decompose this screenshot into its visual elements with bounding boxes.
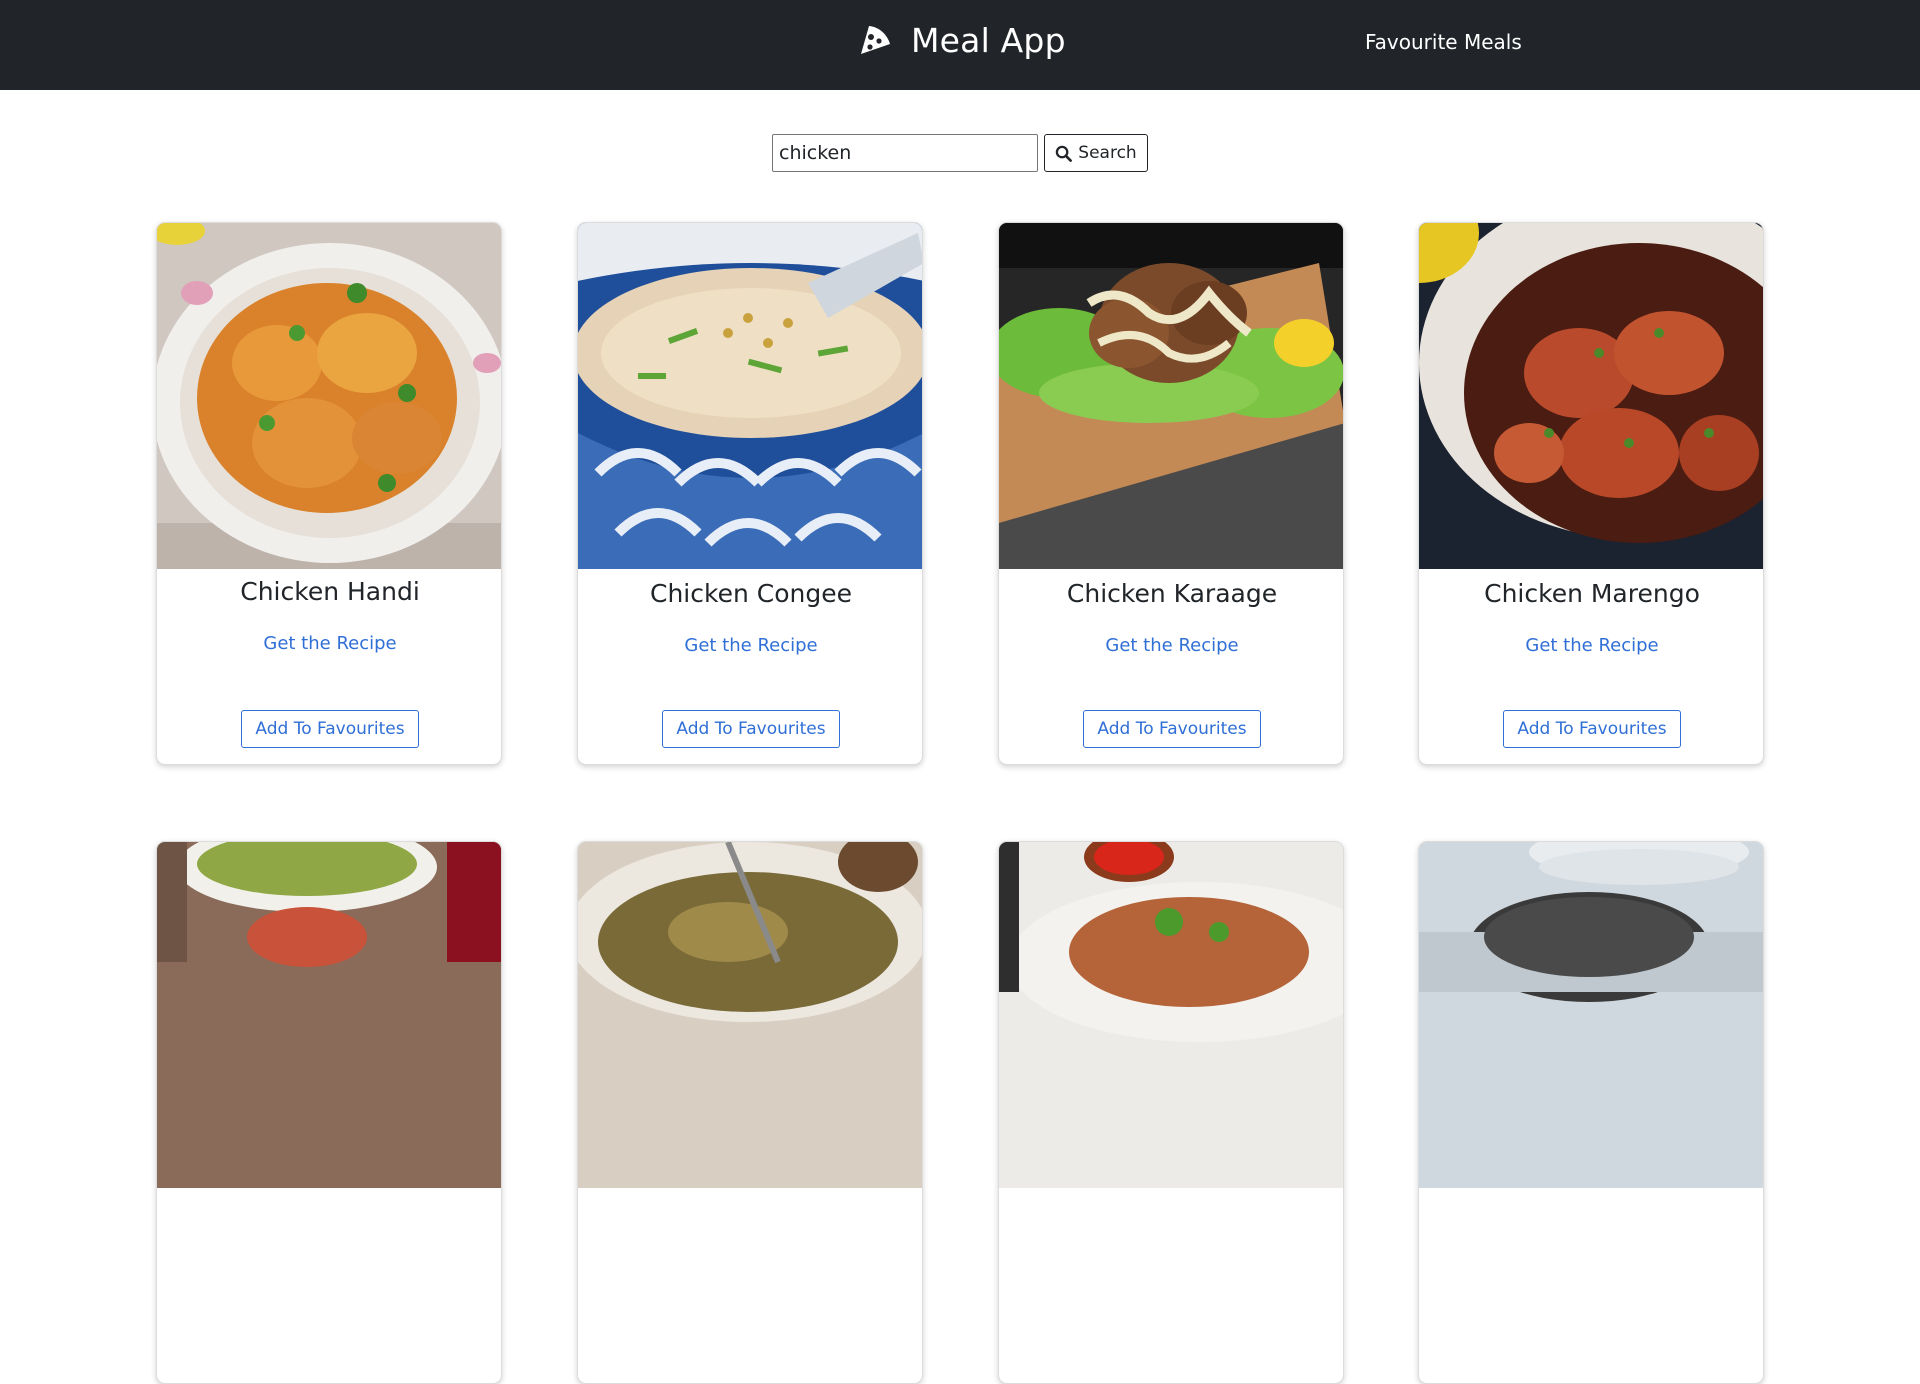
get-recipe-link[interactable]: Get the Recipe bbox=[578, 635, 922, 656]
get-recipe-link[interactable]: Get the Recipe bbox=[999, 635, 1343, 656]
search-button[interactable]: Search bbox=[1044, 134, 1148, 172]
add-to-favourites-button[interactable]: Add To Favourites bbox=[1083, 710, 1261, 748]
meal-title: Chicken Marengo bbox=[1484, 579, 1700, 608]
meal-image bbox=[578, 842, 922, 1188]
meal-image bbox=[1419, 223, 1763, 569]
meal-image bbox=[1419, 842, 1763, 1188]
meal-card bbox=[998, 841, 1344, 1384]
add-to-favourites-button[interactable]: Add To Favourites bbox=[241, 710, 419, 748]
get-recipe-link[interactable]: Get the Recipe bbox=[157, 633, 501, 654]
meal-card bbox=[1418, 841, 1764, 1384]
get-recipe-link[interactable]: Get the Recipe bbox=[1419, 635, 1763, 656]
meal-title: Chicken Karaage bbox=[1066, 579, 1278, 608]
meal-card: Chicken Karaage Get the Recipe Add To Fa… bbox=[998, 222, 1344, 765]
meal-image bbox=[999, 842, 1343, 1188]
meal-card: Chicken Marengo Get the Recipe Add To Fa… bbox=[1418, 222, 1764, 765]
meal-title: Chicken Handi bbox=[240, 577, 420, 606]
pizza-slice-icon bbox=[861, 26, 890, 54]
meal-image bbox=[999, 223, 1343, 569]
add-to-favourites-button[interactable]: Add To Favourites bbox=[662, 710, 840, 748]
favourite-meals-link[interactable]: Favourite Meals bbox=[1365, 30, 1522, 54]
brand-title: Meal App bbox=[911, 20, 1066, 60]
search-button-label: Search bbox=[1078, 143, 1137, 163]
search-icon bbox=[1056, 145, 1073, 162]
search-input[interactable] bbox=[772, 134, 1038, 172]
meal-card bbox=[156, 841, 502, 1384]
brand-link[interactable]: Meal App bbox=[857, 18, 1066, 62]
meal-card: Chicken Handi Get the Recipe Add To Favo… bbox=[156, 222, 502, 765]
add-to-favourites-button[interactable]: Add To Favourites bbox=[1503, 710, 1681, 748]
meal-title: Chicken Congee bbox=[650, 579, 852, 608]
meal-card: Chicken Congee Get the Recipe Add To Fav… bbox=[577, 222, 923, 765]
meal-image bbox=[157, 223, 501, 569]
meal-image bbox=[157, 842, 501, 1188]
meal-image bbox=[578, 223, 922, 569]
meal-card bbox=[577, 841, 923, 1384]
navbar: Meal App Favourite Meals bbox=[0, 0, 1920, 90]
